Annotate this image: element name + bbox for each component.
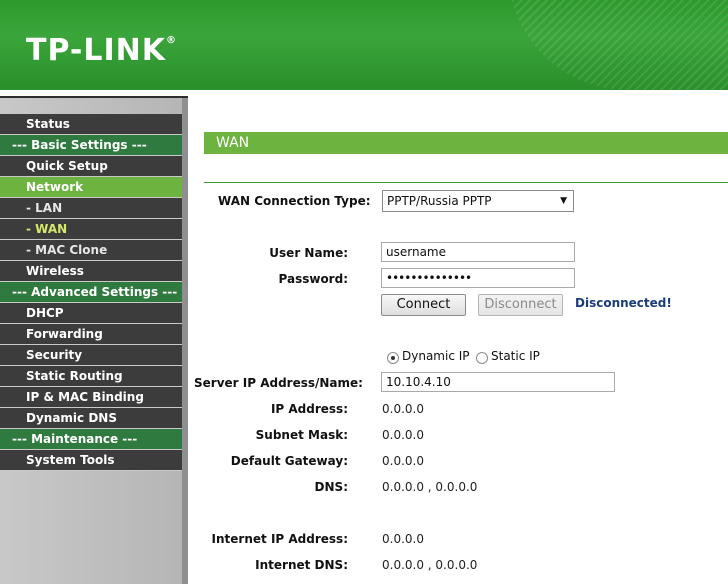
static-ip-label: Static IP xyxy=(491,349,540,363)
sidebar-item-mac-clone[interactable]: - MAC Clone xyxy=(0,240,182,261)
wan-connection-type-value: PPTP/Russia PPTP xyxy=(387,194,492,208)
sidebar-item-status[interactable]: Status xyxy=(0,114,182,135)
wan-connection-type-select[interactable]: PPTP/Russia PPTP ▼ xyxy=(382,190,574,212)
internet-dns-label: Internet DNS: xyxy=(255,558,348,572)
internet-dns-value: 0.0.0.0 , 0.0.0.0 xyxy=(382,558,478,572)
subnet-mask-label: Subnet Mask: xyxy=(255,428,348,442)
sidebar-item-ip-mac-binding[interactable]: IP & MAC Binding xyxy=(0,387,182,408)
sidebar-item-dhcp[interactable]: DHCP xyxy=(0,303,182,324)
sidebar: Status --- Basic Settings --- Quick Setu… xyxy=(0,96,188,584)
password-label: Password: xyxy=(278,272,349,286)
ip-address-label: IP Address: xyxy=(270,402,348,416)
default-gateway-value: 0.0.0.0 xyxy=(382,454,424,468)
sidebar-menu: Status --- Basic Settings --- Quick Setu… xyxy=(0,114,182,471)
registered-mark: ® xyxy=(166,35,178,46)
disconnect-button[interactable]: Disconnect xyxy=(478,294,563,316)
sidebar-item-wan[interactable]: - WAN xyxy=(0,219,182,240)
sidebar-section-maintenance: --- Maintenance --- xyxy=(0,429,182,450)
internet-ip-label: Internet IP Address: xyxy=(211,532,348,546)
main-content: WAN WAN Connection Type: PPTP/Russia PPT… xyxy=(188,96,728,584)
sidebar-item-static-routing[interactable]: Static Routing xyxy=(0,366,182,387)
static-ip-radio[interactable] xyxy=(476,352,488,364)
default-gateway-label: Default Gateway: xyxy=(230,454,348,468)
server-ip-input[interactable] xyxy=(381,372,615,392)
server-ip-label: Server IP Address/Name: xyxy=(194,376,363,390)
sidebar-item-wireless[interactable]: Wireless xyxy=(0,261,182,282)
page-title: WAN xyxy=(204,132,728,154)
dynamic-ip-radio[interactable] xyxy=(387,352,399,364)
username-input[interactable] xyxy=(381,242,575,262)
logo-text: TP-LINK xyxy=(26,33,167,68)
sidebar-item-forwarding[interactable]: Forwarding xyxy=(0,324,182,345)
header-banner: TP-LINK® xyxy=(0,0,728,90)
chevron-down-icon: ▼ xyxy=(560,196,567,206)
username-label: User Name: xyxy=(269,246,348,260)
sidebar-item-system-tools[interactable]: System Tools xyxy=(0,450,182,471)
sidebar-section-basic-settings: --- Basic Settings --- xyxy=(0,135,182,156)
sidebar-item-network[interactable]: Network xyxy=(0,177,182,198)
section-divider xyxy=(204,182,728,183)
connection-status: Disconnected! xyxy=(575,296,672,310)
password-input[interactable]: •••••••••••••• xyxy=(381,268,575,288)
internet-ip-value: 0.0.0.0 xyxy=(382,532,424,546)
sidebar-item-lan[interactable]: - LAN xyxy=(0,198,182,219)
tp-link-logo: TP-LINK® xyxy=(26,33,177,68)
sidebar-section-advanced-settings: --- Advanced Settings --- xyxy=(0,282,182,303)
dynamic-ip-label: Dynamic IP xyxy=(402,349,470,363)
header-swoosh-decoration xyxy=(508,0,728,90)
sidebar-item-quick-setup[interactable]: Quick Setup xyxy=(0,156,182,177)
dns-value: 0.0.0.0 , 0.0.0.0 xyxy=(382,480,478,494)
dns-label: DNS: xyxy=(314,480,348,494)
connect-button[interactable]: Connect xyxy=(381,294,466,316)
sidebar-item-security[interactable]: Security xyxy=(0,345,182,366)
subnet-mask-value: 0.0.0.0 xyxy=(382,428,424,442)
sidebar-item-dynamic-dns[interactable]: Dynamic DNS xyxy=(0,408,182,429)
ip-address-value: 0.0.0.0 xyxy=(382,402,424,416)
wan-connection-type-label: WAN Connection Type: xyxy=(218,194,371,208)
